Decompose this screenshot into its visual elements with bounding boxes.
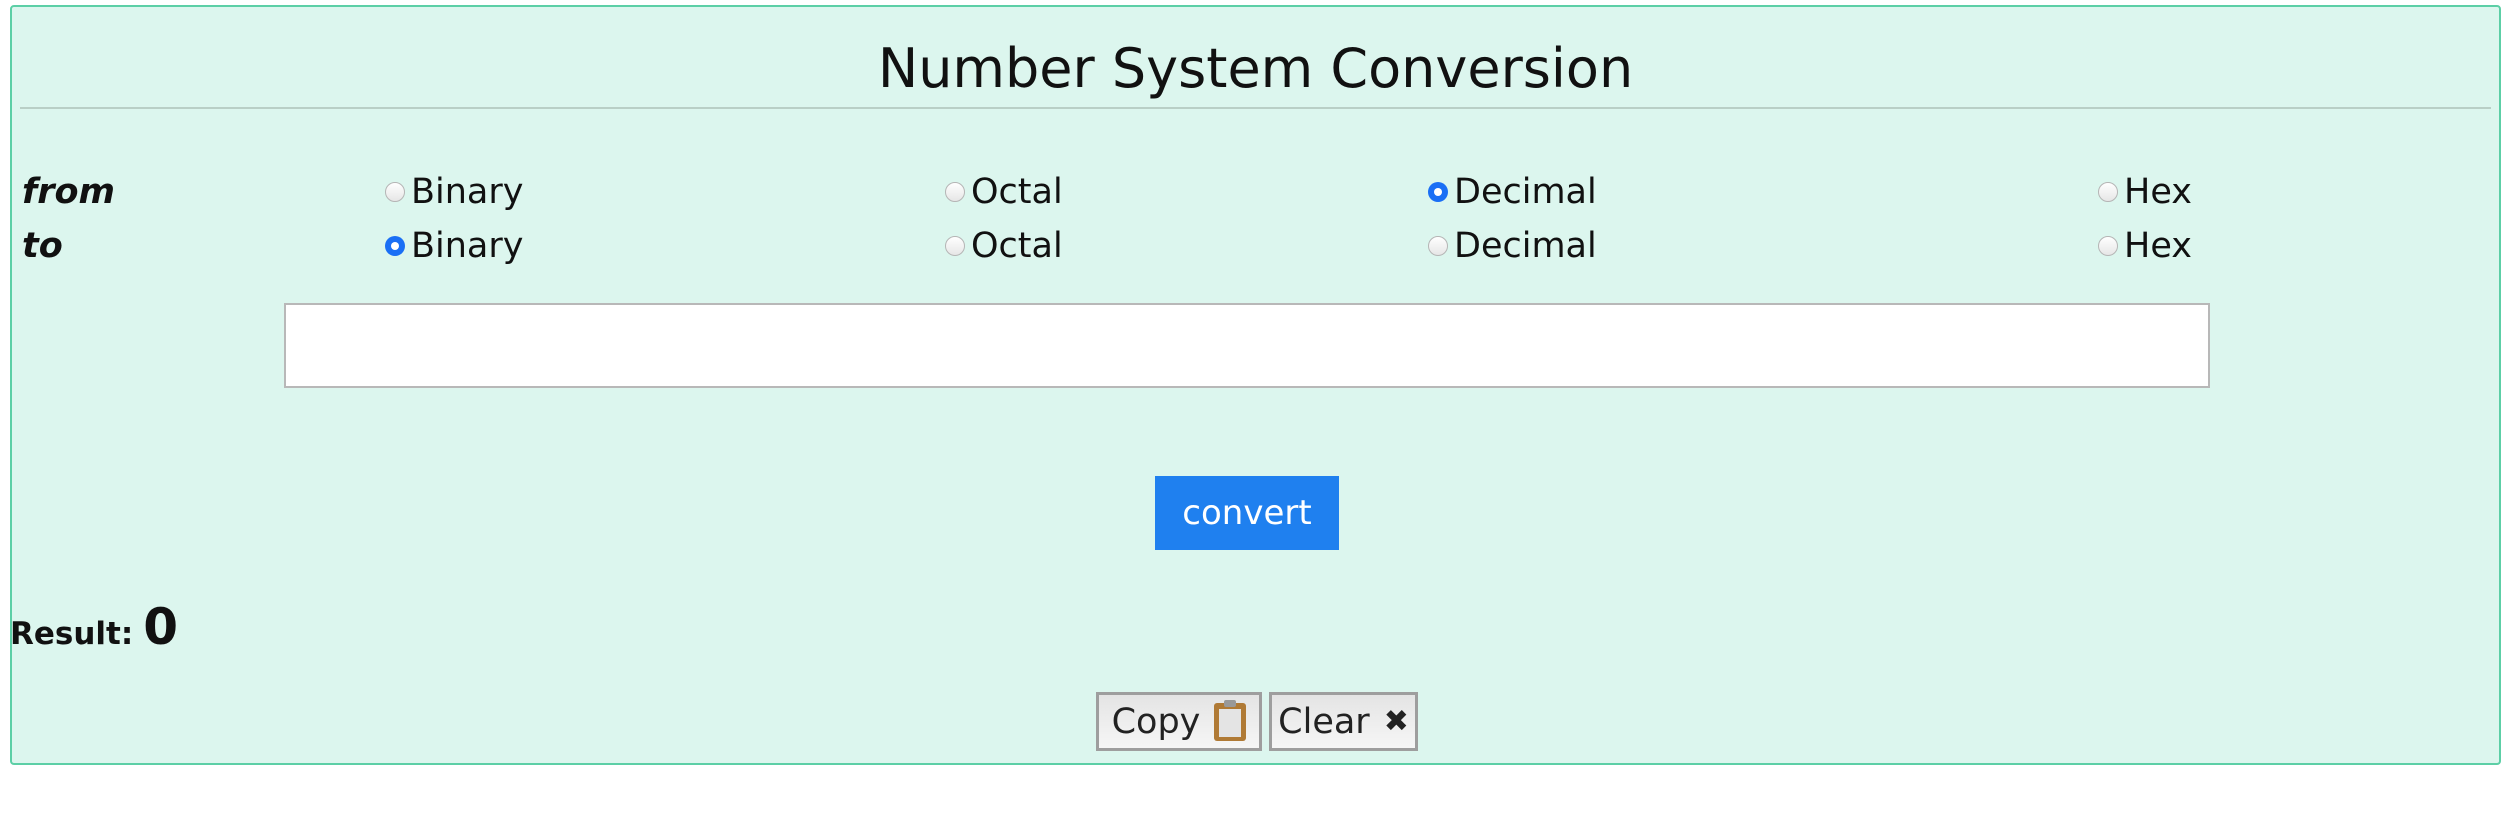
radio-checked-icon[interactable]	[1428, 182, 1448, 202]
from-octal-radio[interactable]: Octal	[945, 172, 1063, 212]
to-binary-radio[interactable]: Binary	[385, 226, 523, 266]
to-octal-radio[interactable]: Octal	[945, 226, 1063, 266]
result-value: 0	[143, 598, 179, 656]
option-label: Decimal	[1454, 226, 1597, 266]
option-label: Octal	[971, 172, 1063, 212]
option-label: Hex	[2124, 226, 2192, 266]
copy-button[interactable]: Copy	[1096, 692, 1262, 751]
from-label: from	[22, 172, 116, 212]
radio-icon[interactable]	[945, 236, 965, 256]
divider	[20, 107, 2491, 109]
copy-label: Copy	[1111, 701, 1201, 742]
number-input[interactable]	[284, 303, 2210, 388]
convert-button[interactable]: convert	[1155, 476, 1339, 550]
option-label: Octal	[971, 226, 1063, 266]
from-decimal-radio[interactable]: Decimal	[1428, 172, 1597, 212]
radio-icon[interactable]	[2098, 182, 2118, 202]
radio-icon[interactable]	[1428, 236, 1448, 256]
clear-label: Clear	[1278, 701, 1370, 742]
option-label: Decimal	[1454, 172, 1597, 212]
from-hex-radio[interactable]: Hex	[2098, 172, 2192, 212]
radio-icon[interactable]	[945, 182, 965, 202]
option-label: Binary	[411, 172, 524, 212]
option-label: Hex	[2124, 172, 2192, 212]
to-label: to	[22, 226, 63, 266]
to-decimal-radio[interactable]: Decimal	[1428, 226, 1597, 266]
clear-button[interactable]: Clear ✖	[1269, 692, 1418, 751]
page-title: Number System Conversion	[877, 37, 1634, 100]
option-label: Binary	[411, 226, 524, 266]
radio-icon[interactable]	[385, 182, 405, 202]
result-label: Result:	[10, 616, 134, 652]
clipboard-icon	[1214, 699, 1247, 741]
radio-icon[interactable]	[2098, 236, 2118, 256]
radio-checked-icon[interactable]	[385, 236, 405, 256]
from-binary-radio[interactable]: Binary	[385, 172, 523, 212]
result: Result: 0	[10, 598, 178, 656]
close-icon: ✖	[1383, 704, 1409, 739]
to-hex-radio[interactable]: Hex	[2098, 226, 2192, 266]
